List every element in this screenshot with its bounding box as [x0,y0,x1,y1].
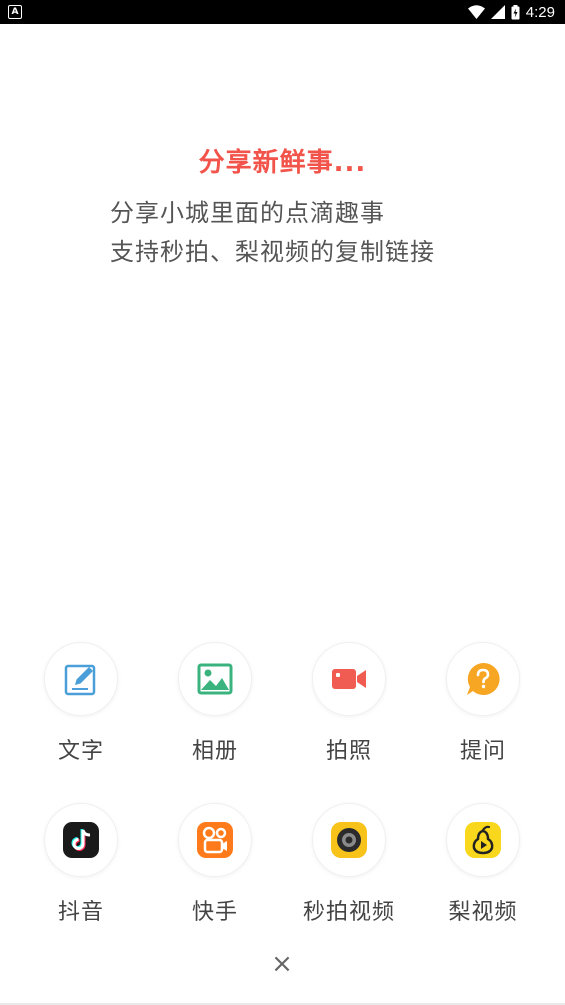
share-kuaishou-button[interactable]: 快手 [148,803,282,926]
douyin-icon [63,822,99,858]
pear-video-icon [465,822,501,858]
share-options-grid: 文字 相册 拍照 提问 抖音 快手 秒拍视频 梨视频 [14,642,550,926]
description-line-1: 分享小城里面的点滴趣事 [110,199,385,227]
clock: 4:29 [525,3,555,21]
miaopai-icon [331,822,367,858]
image-icon [197,663,233,695]
video-camera-icon [332,669,366,689]
share-pear-video-label: 梨视频 [448,900,518,925]
share-kuaishou-icon-circle[interactable] [178,803,252,877]
share-text-label: 文字 [57,739,104,764]
cellular-signal-icon [490,5,505,19]
share-text-icon-circle[interactable] [44,642,118,716]
share-douyin-label: 抖音 [57,900,104,925]
share-pear-video-icon-circle[interactable] [446,803,520,877]
question-bubble-icon [467,662,500,695]
share-album-label: 相册 [191,739,238,764]
share-question-label: 提问 [459,739,506,764]
edit-icon [64,664,96,696]
share-douyin-icon-circle[interactable] [44,803,118,877]
share-text-button[interactable]: 文字 [14,642,148,765]
share-camera-label: 拍照 [325,739,372,764]
share-album-button[interactable]: 相册 [148,642,282,765]
share-camera-icon-circle[interactable] [312,642,386,716]
share-pear-video-button[interactable]: 梨视频 [416,803,550,926]
share-camera-button[interactable]: 拍照 [282,642,416,765]
wifi-icon [467,5,485,19]
share-album-icon-circle[interactable] [178,642,252,716]
description-line-2: 支持秒拍、梨视频的复制链接 [110,238,435,266]
share-miaopai-icon-circle[interactable] [312,803,386,877]
close-icon: × [271,949,293,979]
share-kuaishou-label: 快手 [191,900,238,925]
app-notification-icon: A [8,5,22,19]
share-miaopai-button[interactable]: 秒拍视频 [282,803,416,926]
battery-icon [511,4,520,19]
share-question-button[interactable]: 提问 [416,642,550,765]
close-button[interactable]: × [268,949,296,979]
status-bar: A 4:29 [0,0,565,24]
kuaishou-icon [197,822,233,858]
page-title: 分享新鲜事... [198,148,367,178]
share-douyin-button[interactable]: 抖音 [14,803,148,926]
share-miaopai-label: 秒拍视频 [302,900,395,925]
share-question-icon-circle[interactable] [446,642,520,716]
